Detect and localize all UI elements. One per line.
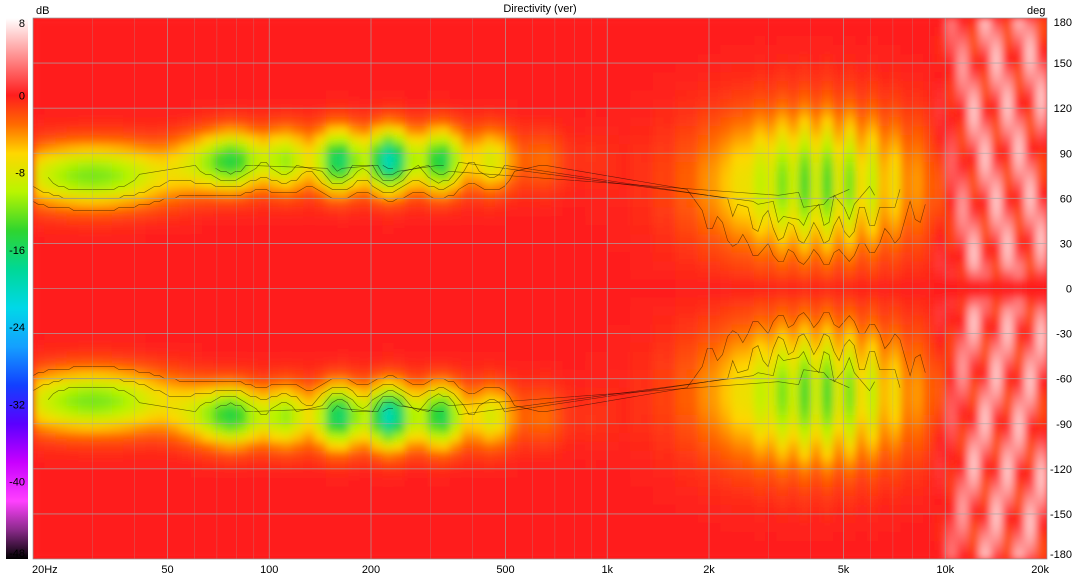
colorbar-tick-label: -24 (9, 322, 25, 334)
x-tick-label: 500 (496, 564, 514, 576)
y-tick-label: -120 (1050, 464, 1072, 476)
y-tick-label: 180 (1054, 17, 1072, 29)
colorbar-tick-label: -16 (9, 245, 25, 257)
x-tick-label: 200 (362, 564, 380, 576)
x-tick-label: 20Hz (32, 564, 58, 576)
y-tick-label: 120 (1054, 103, 1072, 115)
y-tick-label: -180 (1050, 549, 1072, 561)
x-tick-label: 5k (838, 564, 850, 576)
colorbar-tick-label: -48 (9, 548, 25, 560)
y-tick-label: 0 (1066, 284, 1072, 296)
x-tick-label: 50 (161, 564, 173, 576)
y-axis-unit-label: deg (1027, 5, 1045, 17)
colorbar-tick-label: -8 (15, 168, 25, 180)
x-tick-label: 100 (260, 564, 278, 576)
y-tick-label: 150 (1054, 58, 1072, 70)
colorbar-tick-label: -40 (9, 477, 25, 489)
x-tick-label: 10k (936, 564, 954, 576)
chart-title: Directivity (ver) (503, 3, 576, 15)
y-tick-label: -30 (1056, 329, 1072, 341)
y-tick-label: -60 (1056, 374, 1072, 386)
y-tick-label: 30 (1060, 238, 1072, 250)
y-tick-label: -90 (1056, 419, 1072, 431)
colorbar-tick-label: -32 (9, 399, 25, 411)
y-tick-label: 90 (1060, 148, 1072, 160)
x-tick-label: 20k (1031, 564, 1049, 576)
colorbar-unit-label: dB (36, 5, 49, 17)
y-tick-label: 60 (1060, 193, 1072, 205)
y-axis-ticks: 180 150 120 90 60 30 0 -30 -60 -90 -120 -150 -180 (1050, 17, 1072, 561)
plot-area (33, 18, 1048, 560)
colorbar-tick-label: 8 (19, 18, 25, 30)
directivity-chart: Directivity (ver) dB 8 0 -8 -16 -24 -32 -40 -48… (0, 0, 1080, 577)
chart-svg: Directivity (ver) dB 8 0 -8 -16 -24 -32 -40 -48… (0, 0, 1080, 577)
y-tick-label: -150 (1050, 509, 1072, 521)
x-axis-ticks: 20Hz 50 100 200 500 1k 2k 5k 10k 20k (32, 564, 1049, 576)
x-tick-label: 1k (601, 564, 613, 576)
x-tick-label: 2k (703, 564, 715, 576)
colorbar-tick-label: 0 (19, 90, 25, 102)
